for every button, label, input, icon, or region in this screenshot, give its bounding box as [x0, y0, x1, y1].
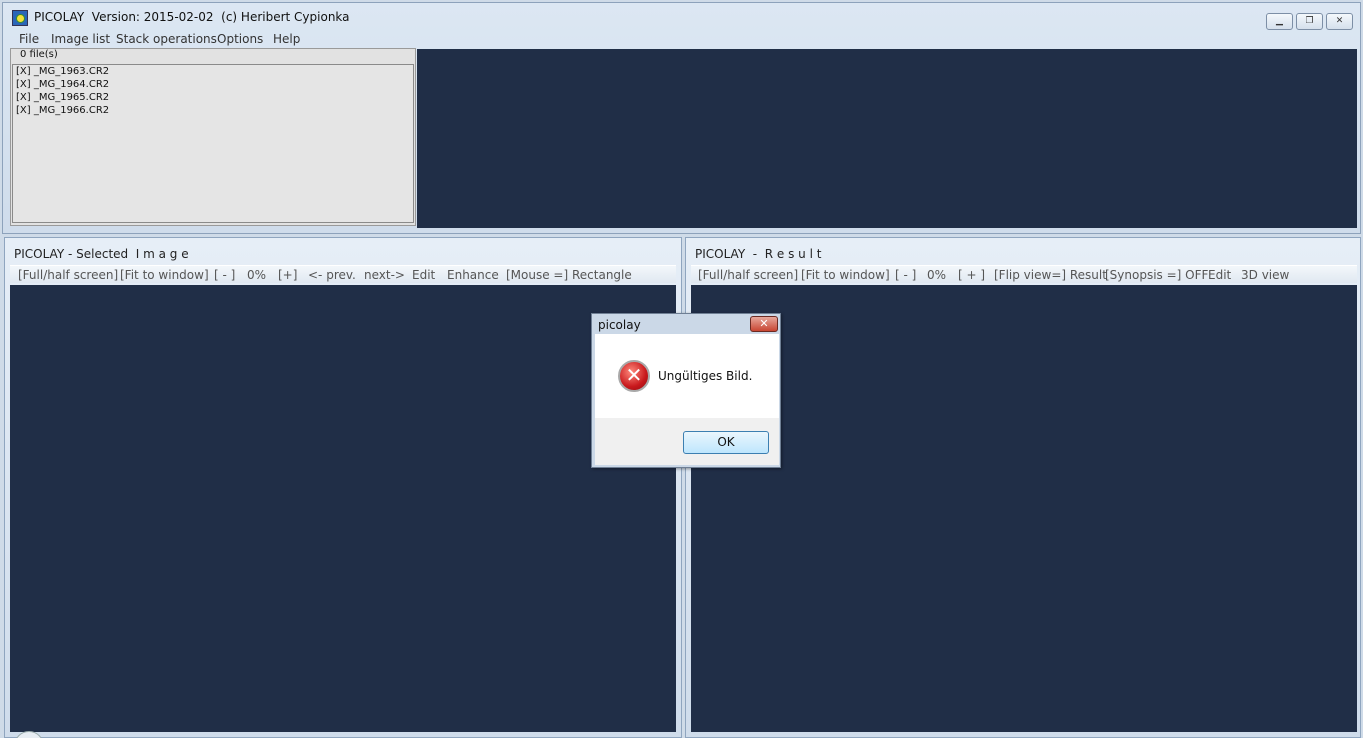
file-list[interactable]: [X] _MG_1963.CR2 [X] _MG_1964.CR2 [X] _M… [12, 64, 414, 223]
ok-button[interactable]: OK [683, 431, 769, 454]
full-half-screen-button[interactable]: [Full/half screen] [698, 267, 798, 283]
close-icon: ✕ [1335, 16, 1344, 26]
selected-image-title: PICOLAY - Selected I m a g e [14, 247, 189, 261]
mouse-mode-button[interactable]: [Mouse =] Rectangle [506, 267, 632, 283]
dialog-close-button[interactable]: ✕ [750, 316, 778, 332]
file-list-item[interactable]: [X] _MG_1965.CR2 [13, 91, 413, 104]
menu-image-list[interactable]: Image list [51, 31, 110, 47]
error-icon: ✕ [618, 360, 650, 392]
file-list-item[interactable]: [X] _MG_1964.CR2 [13, 78, 413, 91]
full-half-screen-button[interactable]: [Full/half screen] [18, 267, 118, 283]
zoom-out-button[interactable]: [ - ] [895, 267, 916, 283]
dialog-footer: OK [595, 418, 779, 465]
menu-stack-operations[interactable]: Stack operations [116, 31, 217, 47]
restore-button[interactable]: ❐ [1296, 13, 1323, 30]
dialog-title: picolay [598, 318, 641, 332]
menu-options[interactable]: Options [217, 31, 263, 47]
prev-image-button[interactable]: <- prev. [308, 267, 356, 283]
menu-bar: File Image list Stack operations Options… [8, 31, 1360, 49]
result-panel: PICOLAY - R e s u l t [Full/half screen]… [685, 237, 1361, 738]
edit-button[interactable]: Edit [1208, 267, 1231, 283]
result-view[interactable] [691, 285, 1357, 732]
file-list-item[interactable]: [X] _MG_1963.CR2 [13, 65, 413, 78]
flip-view-button[interactable]: [Flip view=] Result [994, 267, 1107, 283]
menu-help[interactable]: Help [273, 31, 300, 47]
error-dialog: picolay ✕ ✕ Ungültiges Bild. OK [591, 313, 781, 468]
3d-view-button[interactable]: 3D view [1241, 267, 1289, 283]
minimize-button[interactable]: ▁ [1266, 13, 1293, 30]
app-icon[interactable] [12, 10, 28, 26]
zoom-level: 0% [927, 268, 947, 282]
result-title: PICOLAY - R e s u l t [695, 247, 822, 261]
fit-to-window-button[interactable]: [Fit to window] [801, 267, 890, 283]
dialog-body: ✕ Ungültiges Bild. [595, 334, 779, 418]
close-icon: ✕ [759, 317, 769, 330]
result-toolbar: [Full/half screen] [Fit to window] [ - ]… [691, 265, 1357, 283]
dialog-message: Ungültiges Bild. [658, 369, 753, 383]
selected-image-view[interactable] [10, 285, 676, 732]
edit-button[interactable]: Edit [412, 267, 435, 283]
window-title: PICOLAY Version: 2015-02-02 (c) Heribert… [34, 10, 350, 24]
synopsis-button[interactable]: [Synopsis =] OFF [1105, 267, 1208, 283]
file-count-label: 0 file(s) [18, 49, 60, 60]
zoom-in-button[interactable]: [ + ] [958, 267, 985, 283]
close-button[interactable]: ✕ [1326, 13, 1353, 30]
enhance-button[interactable]: Enhance [447, 267, 499, 283]
title-bar[interactable]: PICOLAY Version: 2015-02-02 (c) Heribert… [2, 4, 1358, 30]
selected-image-panel: PICOLAY - Selected I m a g e [Full/half … [4, 237, 682, 738]
zoom-out-button[interactable]: [ - ] [214, 267, 235, 283]
zoom-level: 0% [247, 268, 267, 282]
top-preview-area [417, 49, 1357, 228]
selected-image-toolbar: [Full/half screen] [Fit to window] [ - ]… [10, 265, 676, 283]
minimize-icon: ▁ [1276, 16, 1283, 26]
menu-file[interactable]: File [19, 31, 39, 47]
fit-to-window-button[interactable]: [Fit to window] [120, 267, 209, 283]
zoom-in-button[interactable]: [+] [278, 267, 297, 283]
file-list-item[interactable]: [X] _MG_1966.CR2 [13, 104, 413, 117]
restore-icon: ❐ [1305, 16, 1314, 26]
next-image-button[interactable]: next-> [364, 267, 405, 283]
